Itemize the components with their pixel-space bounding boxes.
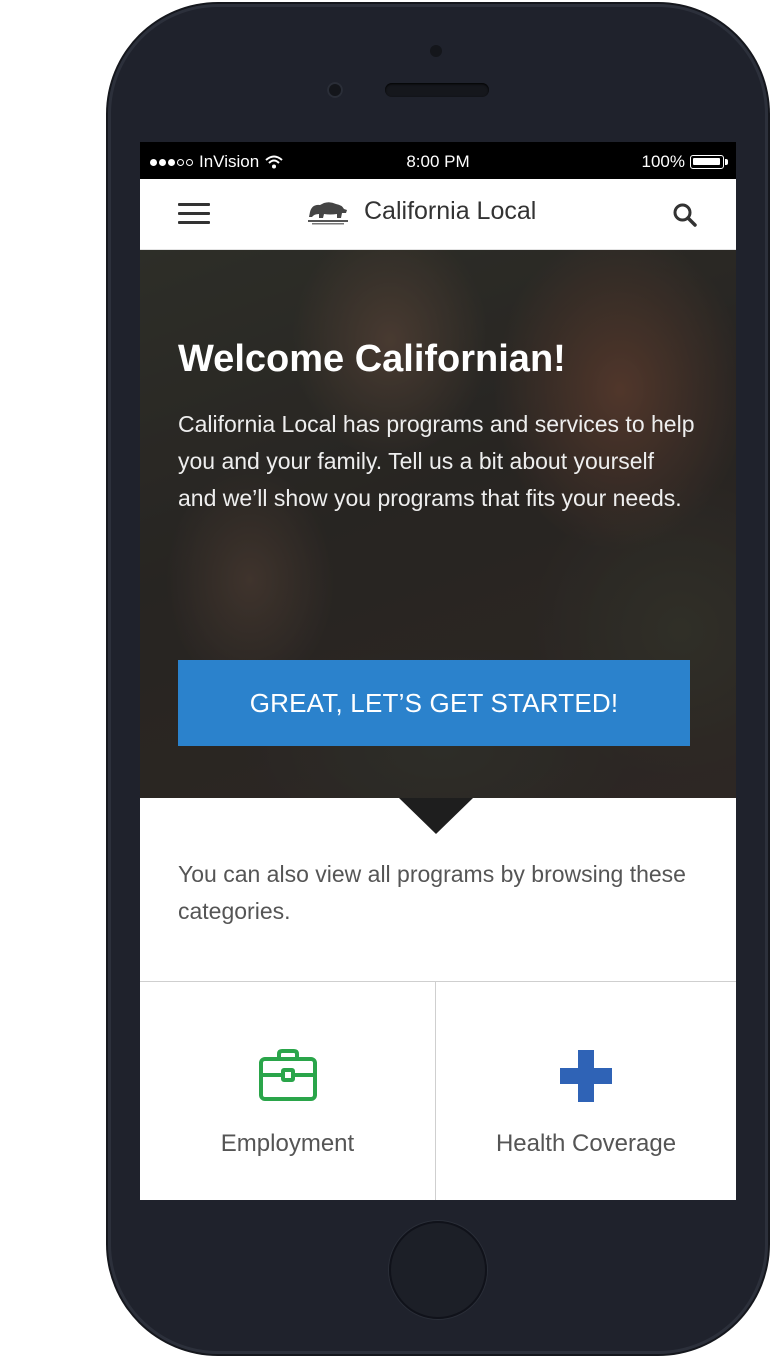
front-camera-icon bbox=[327, 82, 343, 98]
category-label: Health Coverage bbox=[495, 1130, 677, 1157]
battery-tip bbox=[725, 159, 728, 165]
medical-cross-icon bbox=[560, 1050, 612, 1102]
proximity-sensor bbox=[430, 45, 442, 57]
search-icon[interactable] bbox=[672, 202, 698, 228]
battery-fill bbox=[693, 158, 720, 165]
category-label: Employment bbox=[220, 1130, 355, 1157]
status-right: 100% bbox=[642, 152, 728, 172]
phone-frame: InVision 8:00 PM 100% California Local W… bbox=[108, 4, 768, 1354]
status-bar: InVision 8:00 PM 100% bbox=[140, 142, 736, 179]
hero-description: California Local has programs and servic… bbox=[178, 411, 695, 511]
briefcase-icon bbox=[258, 1049, 317, 1101]
home-button[interactable] bbox=[389, 1221, 487, 1319]
california-bear-icon bbox=[308, 202, 348, 225]
get-started-button[interactable]: GREAT, LET’S GET STARTED! bbox=[178, 660, 690, 746]
hero-banner: Welcome Californian! California Local ha… bbox=[140, 250, 736, 798]
hero-title: Welcome Californian! bbox=[178, 338, 566, 380]
earpiece-speaker bbox=[385, 83, 489, 97]
browse-categories-text: You can also view all programs by browsi… bbox=[178, 861, 686, 924]
app-header: California Local bbox=[140, 179, 736, 250]
battery-icon bbox=[690, 155, 724, 169]
hamburger-menu-icon[interactable] bbox=[178, 203, 210, 225]
app-title: California Local bbox=[364, 196, 537, 225]
screen: InVision 8:00 PM 100% California Local W… bbox=[140, 142, 736, 1200]
category-employment[interactable]: Employment bbox=[140, 982, 435, 1200]
battery-percentage: 100% bbox=[641, 152, 685, 171]
category-health-coverage[interactable]: Health Coverage bbox=[436, 982, 736, 1200]
brand[interactable]: California Local bbox=[306, 196, 536, 226]
section-pointer bbox=[399, 798, 473, 834]
